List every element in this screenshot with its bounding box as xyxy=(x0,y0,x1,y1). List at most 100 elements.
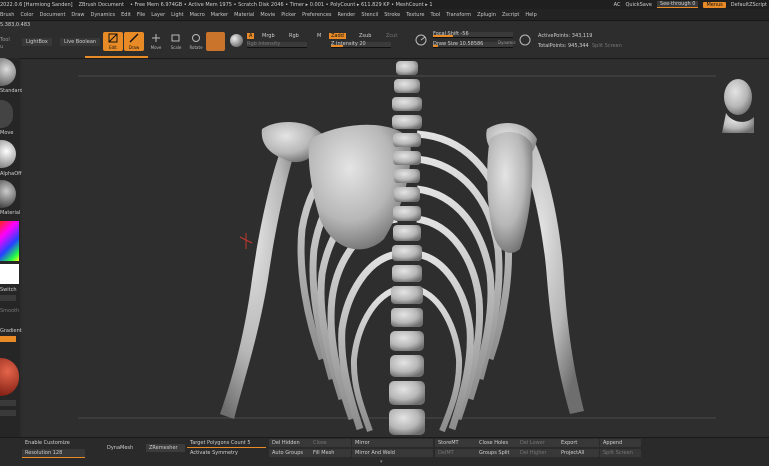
canvas-viewport[interactable] xyxy=(22,59,769,437)
z-intensity-slider[interactable]: Z Intensity 20 xyxy=(331,41,391,48)
zremesher-button[interactable]: ZRemesher xyxy=(146,444,185,452)
resolution-slider[interactable]: Resolution 128 xyxy=(22,449,85,458)
menu-tool[interactable]: Tool xyxy=(431,12,441,18)
ac-button[interactable]: AC xyxy=(614,2,621,8)
del-higher-button[interactable]: Del Higher xyxy=(517,449,558,457)
menu-dynamics[interactable]: Dynamics xyxy=(90,12,115,18)
stroke-label: Move xyxy=(0,130,14,136)
main-color-swatch[interactable] xyxy=(0,264,19,284)
vertebra-11 xyxy=(392,245,422,261)
flat-button[interactable] xyxy=(0,295,16,301)
vertebra-13 xyxy=(391,286,423,304)
zcut-button[interactable]: Zcut xyxy=(386,33,397,39)
bottom-split-screen-button[interactable]: Split Screen xyxy=(600,449,641,457)
draw-icon xyxy=(129,33,139,43)
menu-texture[interactable]: Texture xyxy=(406,12,424,18)
draw-button[interactable]: Draw xyxy=(124,32,144,51)
vertebra-7 xyxy=(394,169,420,183)
target-polygons-slider[interactable]: Target Polygons Count 5 xyxy=(187,439,266,448)
stroke-icon[interactable] xyxy=(0,100,13,128)
a-button[interactable]: A xyxy=(247,33,255,39)
menu-zscript[interactable]: Zscript xyxy=(502,12,519,18)
move-button[interactable]: Move xyxy=(146,32,166,51)
menu-stroke[interactable]: Stroke xyxy=(384,12,400,18)
menu-material[interactable]: Material xyxy=(234,12,254,18)
focal-shift-slider[interactable]: Focal Shift -56 xyxy=(433,31,513,38)
menu-file[interactable]: File xyxy=(137,12,145,18)
menu-brush[interactable]: Brush xyxy=(0,12,14,18)
live-boolean-button[interactable]: Live Boolean xyxy=(60,38,101,46)
auto-groups-button[interactable]: Auto Groups xyxy=(269,449,310,457)
fill-mesh-button[interactable]: Fill Mesh xyxy=(310,449,351,457)
edit-button[interactable]: Edit xyxy=(103,32,123,51)
menu-document[interactable]: Document xyxy=(40,12,66,18)
navigation-head-gizmo[interactable] xyxy=(722,79,754,133)
alpha-icon[interactable] xyxy=(0,140,16,168)
mode-sphere-icon[interactable] xyxy=(230,34,243,47)
groups-split-button[interactable]: Groups Split xyxy=(476,449,517,457)
menu-render[interactable]: Render xyxy=(338,12,356,18)
zsub-button[interactable]: Zsub xyxy=(359,33,371,39)
project-all-button[interactable]: ProjectAll xyxy=(558,449,599,457)
gradient-label: Gradient xyxy=(0,328,22,334)
activate-symmetry-button[interactable]: Activate Symmetry xyxy=(187,449,266,457)
close-button[interactable]: Close xyxy=(310,439,351,447)
close-holes-button[interactable]: Close Holes xyxy=(476,439,517,447)
menu-light[interactable]: Light xyxy=(171,12,183,18)
gradient-toggle[interactable] xyxy=(0,336,16,342)
split-screen-toggle[interactable]: Split Screen xyxy=(592,43,622,49)
rgb-intensity-slider[interactable]: Rgb Intensity xyxy=(247,41,307,48)
append-button[interactable]: Append xyxy=(600,439,641,447)
menu-edit[interactable]: Edit xyxy=(121,12,131,18)
shelf-collapse-icon[interactable]: ▾ xyxy=(380,459,383,465)
menu-help[interactable]: Help xyxy=(525,12,536,18)
menu-marker[interactable]: Marker xyxy=(211,12,228,18)
shelf-button-a[interactable] xyxy=(0,400,16,406)
rgb-button[interactable]: Rgb xyxy=(289,33,299,39)
menu-transform[interactable]: Transform xyxy=(446,12,471,18)
menu-stencil[interactable]: Stencil xyxy=(361,12,378,18)
dynamesh-button[interactable]: DynaMesh xyxy=(104,444,143,452)
menu-draw[interactable]: Draw xyxy=(71,12,84,18)
del-hidden-button[interactable]: Del Hidden xyxy=(269,439,310,447)
menu-movie[interactable]: Movie xyxy=(260,12,275,18)
rotate-button[interactable]: Rotate xyxy=(186,32,206,51)
skeleton-render xyxy=(78,61,754,435)
menu-color[interactable]: Color xyxy=(20,12,33,18)
enable-customize-button[interactable]: Enable Customize xyxy=(22,439,85,447)
mirror-and-weld-button[interactable]: Mirror And Weld xyxy=(352,449,433,457)
mrgb-button[interactable]: Mrgb xyxy=(262,33,275,39)
vertebra-2 xyxy=(394,79,420,93)
menu-macro[interactable]: Macro xyxy=(190,12,205,18)
scale-button[interactable]: Scale xyxy=(166,32,186,51)
mirror-button[interactable]: Mirror xyxy=(352,439,433,447)
total-points-readout: TotalPoints: 945,344 xyxy=(538,43,589,49)
menu-preferences[interactable]: Preferences xyxy=(302,12,331,18)
vertebra-10 xyxy=(393,225,421,241)
switch-label[interactable]: Switch xyxy=(0,287,17,293)
menu-zplugin[interactable]: Zplugin xyxy=(477,12,496,18)
document-name: ZBrush Document xyxy=(78,1,124,8)
material-preview-icon[interactable] xyxy=(0,358,19,396)
default-zscript-button[interactable]: DefaultZScript xyxy=(731,2,767,8)
menu-layer[interactable]: Layer xyxy=(151,12,165,18)
lightbox-button[interactable]: LightBox xyxy=(22,38,52,46)
material-sphere-icon[interactable] xyxy=(206,32,225,51)
see-through-slider[interactable]: See-through 0 xyxy=(656,1,699,8)
quicksave-button[interactable]: QuickSave xyxy=(625,2,651,8)
store-mt-button[interactable]: StoreMT xyxy=(435,439,476,447)
del-lower-button[interactable]: Del Lower xyxy=(517,439,558,447)
color-picker-icon[interactable] xyxy=(0,221,19,261)
shelf-button-b[interactable] xyxy=(0,410,16,416)
left-shelf: Standard Move AlphaOff Material Switch S… xyxy=(0,58,23,438)
zadd-button[interactable]: Zadd xyxy=(329,33,346,39)
menus-button[interactable]: Menus xyxy=(703,1,726,8)
del-mt-button[interactable]: DelMT xyxy=(435,449,476,457)
menu-picker[interactable]: Picker xyxy=(281,12,296,18)
material-icon[interactable] xyxy=(0,180,16,208)
dynamic-button[interactable]: Dynamic xyxy=(498,40,516,45)
export-button[interactable]: Export xyxy=(558,439,599,447)
brush-standard-icon[interactable] xyxy=(0,58,16,86)
m-button[interactable]: M xyxy=(317,33,321,39)
rgb-intensity-label: Rgb Intensity xyxy=(247,41,281,47)
